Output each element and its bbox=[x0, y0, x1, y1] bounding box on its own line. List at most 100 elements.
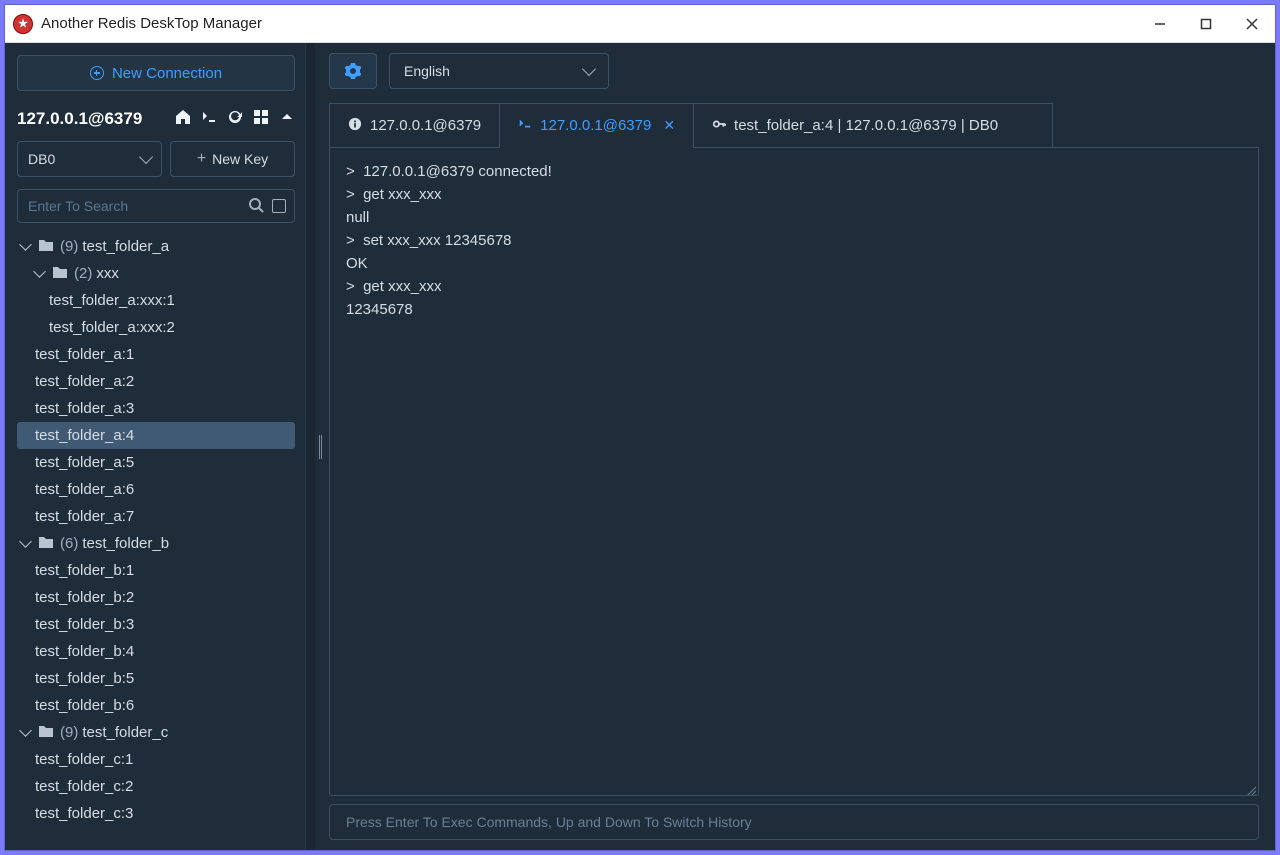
tree-key[interactable]: test_folder_a:1 bbox=[17, 341, 295, 368]
tree-folder[interactable]: (9) test_folder_c bbox=[17, 719, 295, 746]
key-label: test_folder_c:2 bbox=[35, 778, 133, 795]
sidebar-scrollbar[interactable] bbox=[305, 43, 315, 850]
key-label: test_folder_a:7 bbox=[35, 508, 134, 525]
search-input[interactable] bbox=[26, 197, 240, 215]
key-label: test_folder_b:6 bbox=[35, 697, 134, 714]
key-label: test_folder_a:2 bbox=[35, 373, 134, 390]
caret-down-icon bbox=[19, 724, 32, 737]
new-key-label: New Key bbox=[212, 151, 268, 167]
key-label: test_folder_a:4 bbox=[35, 427, 134, 444]
tree-key[interactable]: test_folder_b:3 bbox=[17, 611, 295, 638]
tree-key[interactable]: test_folder_a:xxx:1 bbox=[17, 287, 295, 314]
tab[interactable]: 127.0.0.1@6379 ✕ bbox=[499, 103, 694, 147]
tree-key[interactable]: test_folder_b:6 bbox=[17, 692, 295, 719]
db-select[interactable]: DB0 bbox=[17, 141, 162, 177]
console-line: null bbox=[346, 206, 1242, 229]
key-label: test_folder_c:3 bbox=[35, 805, 133, 822]
new-connection-label: New Connection bbox=[112, 65, 222, 82]
resize-handle-icon[interactable] bbox=[1244, 781, 1256, 793]
tree-key[interactable]: test_folder_a:xxx:2 bbox=[17, 314, 295, 341]
terminal-icon[interactable] bbox=[201, 109, 217, 129]
caret-down-icon bbox=[19, 535, 32, 548]
home-icon[interactable] bbox=[175, 109, 191, 129]
key-icon bbox=[712, 117, 726, 135]
tab-bar: 127.0.0.1@6379 127.0.0.1@6379 ✕ test_folder… bbox=[329, 103, 1259, 148]
titlebar: ★ Another Redis DeskTop Manager bbox=[5, 5, 1275, 43]
command-input-wrapper bbox=[329, 804, 1259, 840]
tab-close-icon[interactable]: ✕ bbox=[663, 117, 675, 134]
main-area: English 127.0.0.1@6379 127.0.0.1@6379 ✕ tes… bbox=[325, 43, 1275, 850]
key-label: test_folder_a:5 bbox=[35, 454, 134, 471]
tree-key[interactable]: test_folder_a:6 bbox=[17, 476, 295, 503]
tree-key[interactable]: test_folder_a:3 bbox=[17, 395, 295, 422]
info-icon bbox=[348, 117, 362, 135]
console-line: > 127.0.0.1@6379 connected! bbox=[346, 160, 1242, 183]
plus-icon: + bbox=[197, 150, 206, 168]
key-label: test_folder_a:xxx:2 bbox=[49, 319, 175, 336]
command-input[interactable] bbox=[344, 813, 1244, 831]
terminal-icon bbox=[518, 117, 532, 135]
chevron-down-icon bbox=[582, 62, 596, 76]
language-select[interactable]: English bbox=[389, 53, 609, 89]
key-tree[interactable]: (9) test_folder_a(2) xxxtest_folder_a:xx… bbox=[17, 233, 295, 850]
tree-key[interactable]: test_folder_a:4 bbox=[17, 422, 295, 449]
console-line: > set xxx_xxx 12345678 bbox=[346, 229, 1242, 252]
grid-icon[interactable] bbox=[253, 109, 269, 129]
window-title: Another Redis DeskTop Manager bbox=[41, 15, 262, 32]
tab[interactable]: 127.0.0.1@6379 bbox=[329, 103, 500, 147]
folder-label: test_folder_c bbox=[82, 724, 168, 741]
tab-label: 127.0.0.1@6379 bbox=[540, 117, 651, 134]
tree-key[interactable]: test_folder_a:5 bbox=[17, 449, 295, 476]
key-label: test_folder_b:3 bbox=[35, 616, 134, 633]
pane-splitter[interactable] bbox=[315, 43, 325, 850]
plus-circle-icon bbox=[90, 66, 104, 80]
refresh-icon[interactable] bbox=[227, 109, 243, 129]
sidebar: New Connection 127.0.0.1@6379 DB0 + New … bbox=[5, 43, 305, 850]
app-logo-icon: ★ bbox=[13, 14, 33, 34]
db-select-value: DB0 bbox=[28, 151, 55, 167]
exact-match-checkbox[interactable] bbox=[272, 199, 286, 213]
key-label: test_folder_b:5 bbox=[35, 670, 134, 687]
console-line: OK bbox=[346, 252, 1242, 275]
tree-key[interactable]: test_folder_b:4 bbox=[17, 638, 295, 665]
caret-down-icon bbox=[19, 238, 32, 251]
tree-folder[interactable]: (9) test_folder_a bbox=[17, 233, 295, 260]
tree-key[interactable]: test_folder_b:2 bbox=[17, 584, 295, 611]
caret-down-icon bbox=[33, 265, 46, 278]
maximize-button[interactable] bbox=[1183, 5, 1229, 43]
console-output[interactable]: > 127.0.0.1@6379 connected!> get xxx_xxx… bbox=[329, 148, 1259, 796]
tree-key[interactable]: test_folder_c:3 bbox=[17, 800, 295, 827]
chevron-down-icon bbox=[139, 150, 153, 164]
close-button[interactable] bbox=[1229, 5, 1275, 43]
tree-key[interactable]: test_folder_b:5 bbox=[17, 665, 295, 692]
key-label: test_folder_b:2 bbox=[35, 589, 134, 606]
key-label: test_folder_a:6 bbox=[35, 481, 134, 498]
key-label: test_folder_c:1 bbox=[35, 751, 133, 768]
folder-count: (6) bbox=[60, 535, 78, 552]
connection-name[interactable]: 127.0.0.1@6379 bbox=[17, 109, 165, 129]
console-line: > get xxx_xxx bbox=[346, 183, 1242, 206]
tree-key[interactable]: test_folder_c:2 bbox=[17, 773, 295, 800]
settings-button[interactable] bbox=[329, 53, 377, 89]
new-connection-button[interactable]: New Connection bbox=[17, 55, 295, 91]
tab[interactable]: test_folder_a:4 | 127.0.0.1@6379 | DB0 bbox=[693, 103, 1053, 147]
console-line: 12345678 bbox=[346, 298, 1242, 321]
key-label: test_folder_a:1 bbox=[35, 346, 134, 363]
new-key-button[interactable]: + New Key bbox=[170, 141, 295, 177]
folder-icon bbox=[38, 535, 54, 553]
tree-key[interactable]: test_folder_b:1 bbox=[17, 557, 295, 584]
folder-count: (9) bbox=[60, 238, 78, 255]
key-label: test_folder_a:3 bbox=[35, 400, 134, 417]
collapse-icon[interactable] bbox=[279, 109, 295, 129]
minimize-button[interactable] bbox=[1137, 5, 1183, 43]
tree-key[interactable]: test_folder_a:2 bbox=[17, 368, 295, 395]
search-icon[interactable] bbox=[248, 197, 264, 216]
search-input-wrapper bbox=[17, 189, 295, 223]
tree-folder[interactable]: (2) xxx bbox=[17, 260, 295, 287]
language-value: English bbox=[404, 63, 450, 79]
folder-count: (2) bbox=[74, 265, 92, 282]
tree-key[interactable]: test_folder_c:1 bbox=[17, 746, 295, 773]
tree-key[interactable]: test_folder_a:7 bbox=[17, 503, 295, 530]
folder-label: test_folder_a bbox=[82, 238, 169, 255]
tree-folder[interactable]: (6) test_folder_b bbox=[17, 530, 295, 557]
